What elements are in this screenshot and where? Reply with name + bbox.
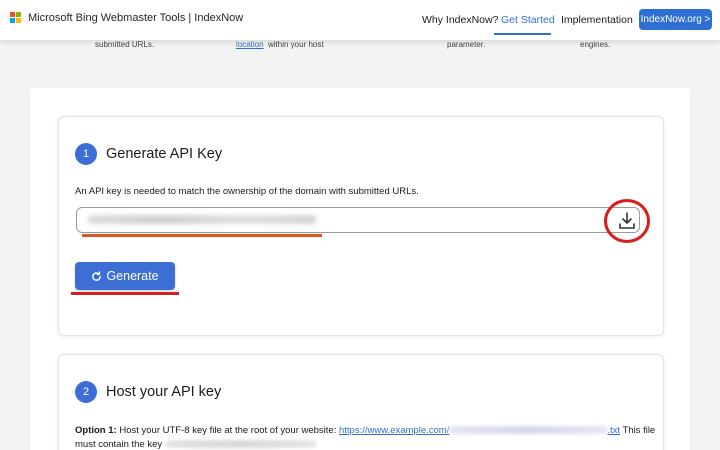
option-1-line2-text: must contain the key (75, 439, 163, 450)
strip-text-4: parameter. (447, 40, 486, 49)
generate-button[interactable]: Generate (75, 262, 175, 290)
redacted-key-text (166, 440, 317, 449)
option-1-tail: This file (620, 425, 656, 436)
strip-link-location[interactable]: location (236, 40, 264, 49)
strip-text-5: engines. (580, 40, 611, 49)
example-url-link[interactable]: https://www.example.com/ .txt (339, 425, 620, 436)
download-highlight-circle (604, 199, 650, 243)
nav-implementation[interactable]: Implementation (561, 14, 633, 26)
option-1-text: Host your UTF-8 key file at the root of … (116, 425, 339, 436)
nav-why-indexnow[interactable]: Why IndexNow? (422, 14, 498, 26)
api-key-highlight-underline (82, 234, 322, 237)
example-url-suffix: .txt (607, 425, 621, 436)
redacted-key-in-url (449, 426, 608, 435)
option-1-label: Option 1: (75, 425, 117, 436)
microsoft-logo-icon (10, 12, 22, 24)
strip-text-1: submitted URLs. (95, 40, 155, 49)
strip-text-3: within your host (268, 40, 324, 49)
top-nav-bar: Microsoft Bing Webmaster Tools | IndexNo… (0, 0, 720, 40)
step-number-2: 2 (75, 381, 97, 403)
option-1-line: Option 1: Host your UTF-8 key file at th… (75, 425, 655, 436)
step-1-description: An API key is needed to match the owners… (75, 186, 419, 197)
indexnow-org-button[interactable]: IndexNow.org > (639, 9, 712, 30)
step-1-title: Generate API Key (106, 146, 223, 162)
step-number-1: 1 (75, 143, 97, 165)
scrolled-content-strip: submitted URLs. location within your hos… (0, 40, 720, 78)
brand[interactable]: Microsoft Bing Webmaster Tools | IndexNo… (10, 12, 243, 24)
option-1-line-2: must contain the key (75, 439, 317, 450)
generate-button-label: Generate (106, 269, 159, 283)
brand-title: Microsoft Bing Webmaster Tools | IndexNo… (28, 12, 244, 24)
example-url-text: https://www.example.com/ (338, 425, 450, 436)
nav-get-started[interactable]: Get Started (501, 14, 555, 26)
refresh-icon (92, 270, 102, 281)
step-2-title: Host your API key (106, 384, 222, 400)
generate-highlight-underline (71, 292, 179, 295)
redacted-api-key (88, 215, 316, 224)
active-tab-indicator (494, 33, 551, 35)
